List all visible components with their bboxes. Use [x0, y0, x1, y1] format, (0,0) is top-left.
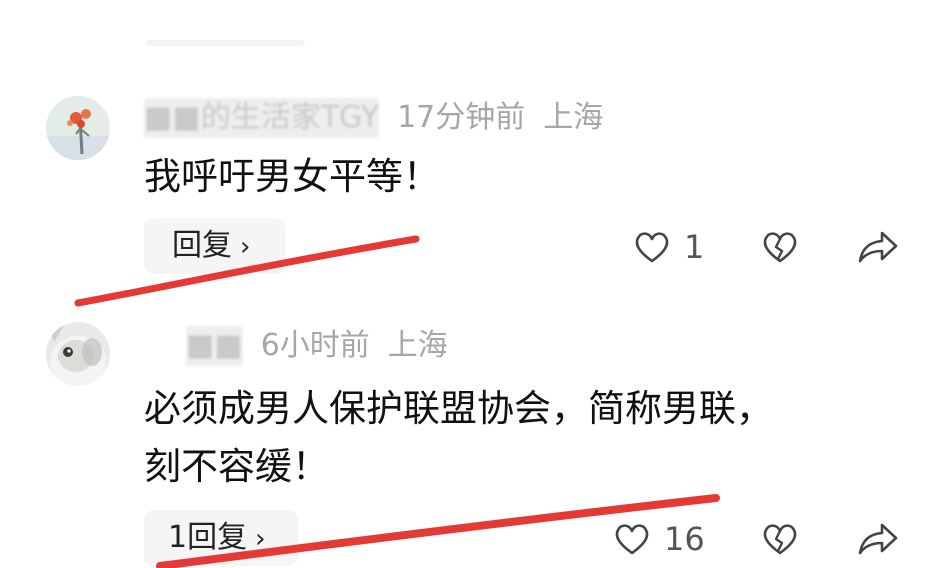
- reply-label: 1回复: [168, 520, 248, 555]
- broken-heart-icon: [763, 524, 797, 555]
- share-arrow-icon: [858, 523, 898, 555]
- like-count: 16: [664, 520, 705, 558]
- username[interactable]: ■■: [186, 326, 243, 366]
- comment-item: ■■ 6小时前 上海 必须成男人保护联盟协会，简称男联， 刻不容缓！ 1回复 › 16: [0, 0, 946, 568]
- chevron-right-icon: ›: [255, 524, 266, 554]
- action-bar: 16: [612, 514, 932, 564]
- comment-text: 必须成男人保护联盟协会，简称男联， 刻不容缓！: [144, 380, 773, 496]
- comment-text-line: 刻不容缓！: [144, 445, 329, 488]
- avatar[interactable]: [46, 322, 110, 386]
- timestamp: 6小时前: [260, 328, 370, 363]
- reply-button[interactable]: 1回复 ›: [144, 510, 298, 566]
- comment-text-line: 必须成男人保护联盟协会，简称男联，: [144, 387, 773, 430]
- comment-meta: ■■ 6小时前 上海: [186, 326, 448, 366]
- share-button[interactable]: [856, 514, 900, 564]
- location: 上海: [387, 328, 448, 363]
- heart-icon: [615, 524, 649, 555]
- dislike-button[interactable]: [760, 514, 800, 564]
- like-button[interactable]: 16: [612, 514, 705, 564]
